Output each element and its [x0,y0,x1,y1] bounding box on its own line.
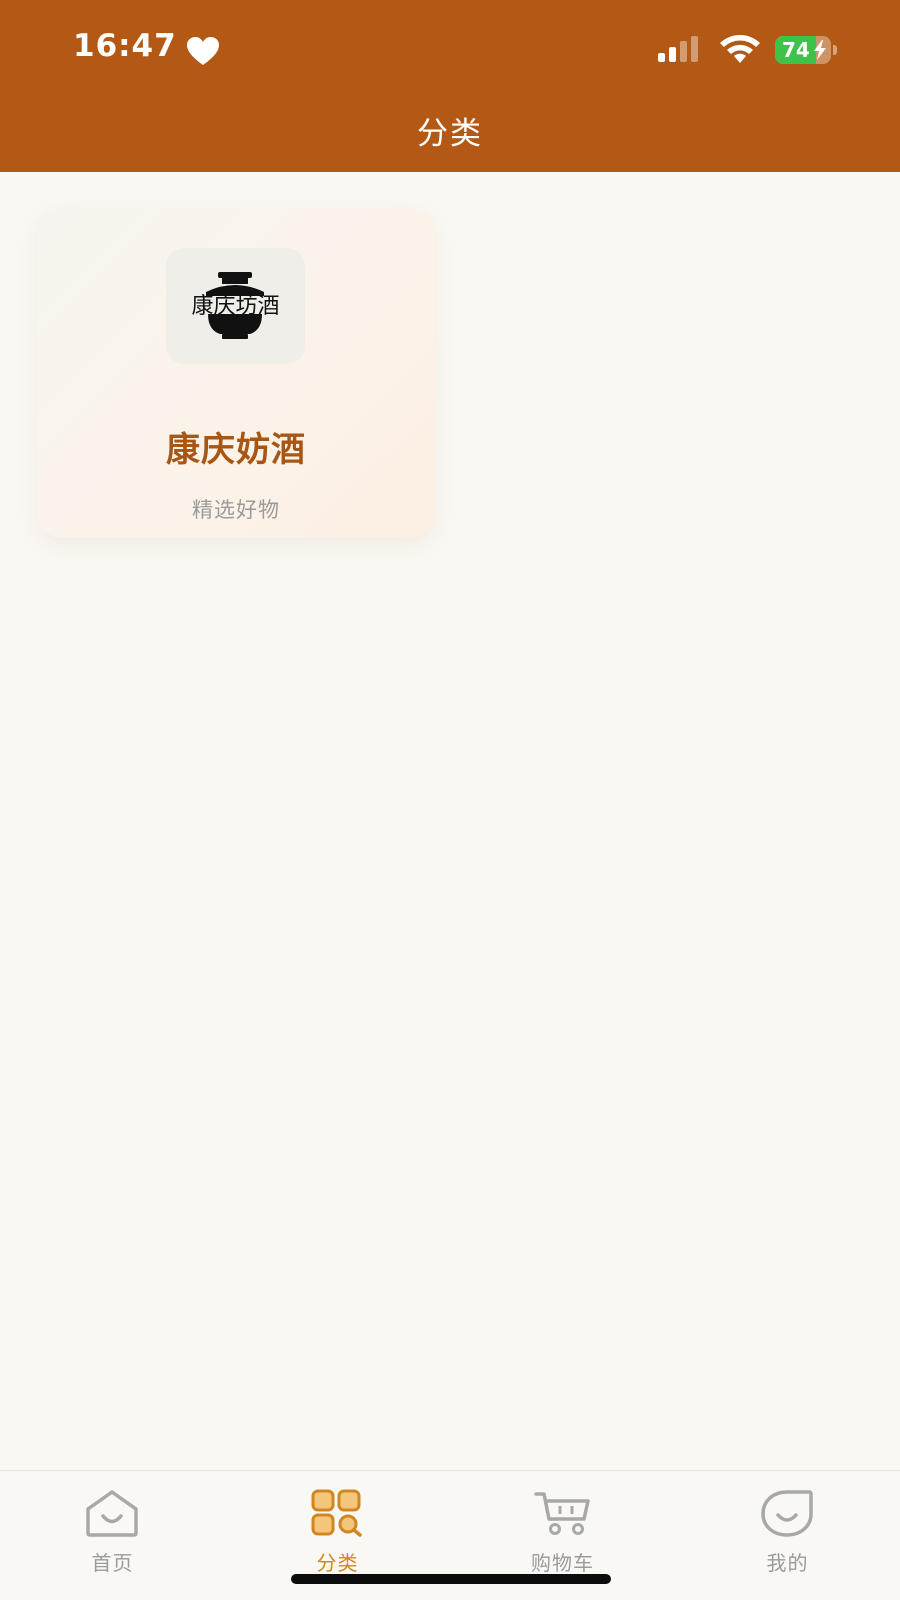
cart-icon [534,1492,590,1535]
header: 16:47 74 分类 [0,0,900,172]
tab-cart[interactable]: 购物车 [450,1471,675,1575]
tab-category[interactable]: 分类 [225,1471,450,1575]
category-subtitle: 精选好物 [192,498,280,522]
tab-home[interactable]: 首页 [0,1471,225,1575]
bolt-icon [814,40,826,60]
brand-logo: 康庆坊酒 [166,248,305,364]
category-grid-icon [311,1489,362,1537]
status-bar: 16:47 74 [0,0,900,100]
tab-category-label: 分类 [316,1551,359,1575]
home-icon [86,1490,138,1537]
home-indicator [291,1574,611,1584]
wifi-icon [720,35,760,63]
battery-charging-icon: 74 [775,36,837,64]
heart-icon [187,37,219,65]
profile-icon [761,1490,813,1537]
category-card[interactable]: 康庆坊酒 康庆妨酒 精选好物 [37,208,435,538]
wine-jar-icon: 康庆坊酒 [180,272,291,339]
status-time: 16:47 [73,28,177,64]
category-grid: 康庆坊酒 康庆妨酒 精选好物 [0,172,900,1470]
tab-cart-label: 购物车 [531,1551,594,1575]
category-name: 康庆妨酒 [166,430,306,470]
tab-home-label: 首页 [91,1551,134,1575]
tab-profile-label: 我的 [766,1551,809,1575]
tab-profile[interactable]: 我的 [675,1471,900,1575]
svg-text:康庆坊酒: 康庆坊酒 [191,294,279,319]
page-title: 分类 [417,116,483,152]
signal-icon [658,36,698,62]
